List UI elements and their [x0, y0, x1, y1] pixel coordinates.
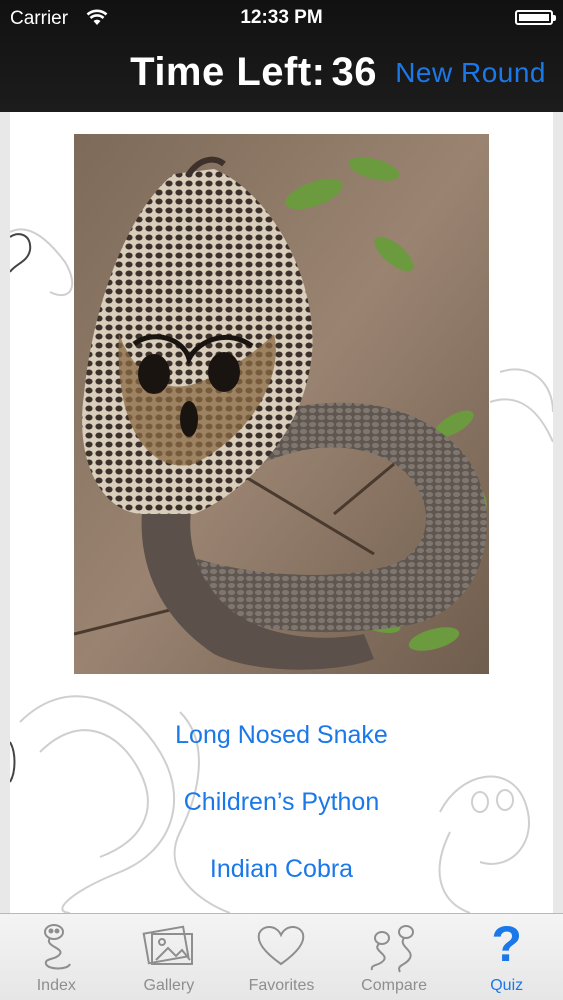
tab-gallery-label: Gallery	[143, 977, 195, 994]
quiz-toolbar: Time Left: 36 New Round	[0, 50, 563, 102]
answer-button-3[interactable]: Indian Cobra	[10, 836, 553, 903]
tab-gallery[interactable]: Gallery	[113, 914, 226, 1000]
question-mark-icon: ?	[491, 916, 522, 972]
two-snakes-icon	[370, 925, 415, 973]
new-round-button[interactable]: New Round	[395, 57, 546, 89]
tab-favorites[interactable]: Favorites	[225, 914, 338, 1000]
battery-icon	[515, 10, 556, 25]
tab-compare-label: Compare	[361, 977, 427, 994]
answer-button-1[interactable]: Long Nosed Snake	[10, 702, 553, 769]
status-time: 12:33 PM	[240, 7, 323, 28]
answer-list: Long Nosed Snake Children’s Python India…	[10, 702, 553, 903]
tab-quiz[interactable]: ? Quiz	[450, 914, 563, 1000]
time-left-label: Time Left:	[130, 50, 326, 94]
tab-compare[interactable]: Compare	[338, 914, 451, 1000]
heart-icon	[258, 926, 305, 966]
tab-quiz-label: Quiz	[490, 977, 524, 994]
photos-icon	[142, 925, 193, 965]
time-left-value: 36	[331, 50, 377, 94]
quiz-card: Long Nosed Snake Children’s Python India…	[10, 112, 553, 913]
snake-icon	[44, 924, 72, 970]
tab-index-label: Index	[36, 977, 76, 994]
header-bar: Carrier 12:33 PM Time Left: 36 New Round	[0, 0, 563, 112]
time-left-display: Time Left: 36	[130, 50, 377, 95]
answer-button-2[interactable]: Children’s Python	[10, 769, 553, 836]
indian-cobra-photo-icon	[74, 134, 489, 674]
tab-index[interactable]: Index	[0, 914, 113, 1000]
tab-favorites-label: Favorites	[248, 977, 315, 994]
quiz-content: Long Nosed Snake Children’s Python India…	[0, 112, 563, 913]
snake-photo	[74, 134, 489, 674]
quiz-screen: Carrier 12:33 PM Time Left:36 New Round	[0, 0, 563, 1000]
tab-bar: Index Gallery Favorites Compare ? Quiz	[0, 913, 563, 1000]
